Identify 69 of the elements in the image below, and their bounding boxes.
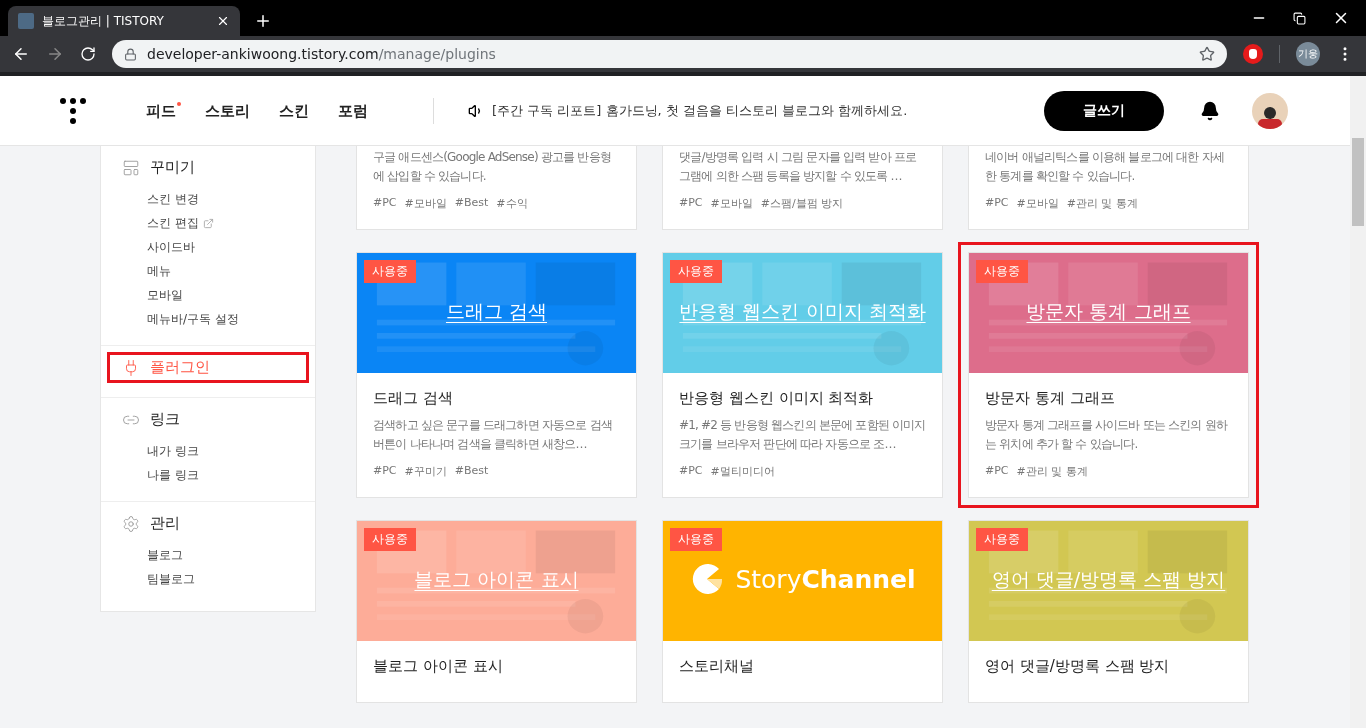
sidebar-section[interactable]: 링크 — [110, 407, 306, 432]
plugin-card[interactable]: 사용중 드래그 검색 드래그 검색 검색하고 싶은 문구를 드래그하면 자동으로 검색 버튼이 나타나며 검색을 클릭하면 새창으… #PC #꾸미기 #Best — [356, 252, 637, 498]
tag-link[interactable]: #PC — [373, 464, 397, 479]
tab-title: 블로그관리 | TISTORY — [42, 12, 165, 30]
plugin-description: 네이버 애널리틱스를 이용해 블로그에 대한 자세한 통계를 확인할 수 있습니다. — [985, 149, 1226, 185]
tag-link[interactable]: #PC — [373, 196, 397, 211]
in-use-badge: 사용중 — [670, 260, 722, 283]
plugin-card[interactable]: 구글 애드센스(Google AdSense) 광고를 반응형에 삽입할 수 있습니다. #PC #모바일 #Best #수익 — [356, 146, 637, 230]
plugin-card[interactable]: 사용중 반응형 웹스킨 이미지 최적화 반응형 웹스킨 이미지 최적화 #1, #2 등 반응형 웹스킨의 본문에 포함된 이미지 크기를 브라우저 판단에 따라 자동으로 조… #PC #멀티미디어 — [662, 252, 943, 498]
sidebar-item[interactable]: 내가 링크 — [101, 439, 315, 463]
tag-link[interactable]: #멀티미디어 — [710, 464, 775, 479]
tag-link[interactable]: #PC — [985, 196, 1009, 211]
plugin-title: 블로그 아이콘 표시 — [373, 657, 504, 676]
tag-link[interactable]: #모바일 — [1016, 196, 1059, 211]
write-button[interactable]: 글쓰기 — [1044, 90, 1164, 131]
plugin-card[interactable]: 사용중 영어 댓글/방명록 스팸 방지 영어 댓글/방명록 스팸 방지 — [968, 520, 1249, 703]
logo-text: StoryChannel — [735, 564, 916, 594]
nav-link[interactable]: 스킨 — [279, 100, 314, 121]
plugin-description: 댓글/방명록 입력 시 그림 문자를 입력 받아 프로그램에 의한 스팸 등록을 방지할 수 있도록 … — [679, 149, 918, 185]
plugin-description: #1, #2 등 반응형 웹스킨의 본문에 포함된 이미지 크기를 브라우저 판단에 따라 자동으로 조… — [679, 417, 926, 453]
sidebar-item[interactable]: 모바일 — [101, 283, 315, 307]
nav-link[interactable]: 포럼 — [338, 100, 373, 121]
sidebar-item[interactable]: 블로그 — [101, 543, 315, 567]
sidebar-item[interactable]: 나를 링크 — [101, 463, 315, 487]
browser-tab[interactable]: 블로그관리 | TISTORY — [8, 6, 240, 36]
address-bar[interactable]: developer-ankiwoong.tistory.com/manage/plugins — [112, 40, 1227, 68]
in-use-badge: 사용중 — [364, 260, 416, 283]
tag-link[interactable]: #모바일 — [404, 196, 447, 211]
tag-link[interactable]: #관리 및 통계 — [1016, 464, 1088, 479]
tag-link[interactable]: #PC — [679, 464, 703, 479]
plugin-title: 영어 댓글/방명록 스팸 방지 — [985, 657, 1171, 676]
tag-link[interactable]: #관리 및 통계 — [1066, 196, 1138, 211]
plugin-title: 방문자 통계 그래프 — [985, 389, 1116, 408]
in-use-badge: 사용중 — [670, 528, 722, 551]
tag-link[interactable]: #스팸/블펌 방지 — [760, 196, 844, 211]
profile-avatar[interactable]: 기웅 — [1296, 42, 1320, 66]
tag-link[interactable]: #Best — [454, 464, 489, 479]
sidebar-item[interactable]: 사이드바 — [101, 235, 315, 259]
plugin-card[interactable]: 네이버 애널리틱스를 이용해 블로그에 대한 자세한 통계를 확인할 수 있습니다. #PC #모바일 #관리 및 통계 — [968, 146, 1249, 230]
notice-text[interactable]: [주간 구독 리포트] 홈가드닝, 첫 걸음을 티스토리 블로그와 함께하세요. — [492, 101, 908, 120]
nav-link[interactable]: 피드 — [146, 100, 181, 121]
tag-link[interactable]: #수익 — [496, 196, 528, 211]
sidebar-item[interactable]: 메뉴바/구독 설정 — [101, 307, 315, 331]
plugin-card[interactable]: 사용중 StoryChannel 스토리채널 — [662, 520, 943, 703]
plugin-description: 방문자 통계 그래프를 사이드바 또는 스킨의 원하는 위치에 추가 할 수 있습니다. — [985, 417, 1229, 453]
sidebar-section[interactable]: 꾸미기 — [110, 155, 306, 180]
plugin-title: 드래그 검색 — [373, 389, 454, 408]
sidebar-item[interactable]: 스킨 변경 — [101, 187, 315, 211]
in-use-badge: 사용중 — [364, 528, 416, 551]
sidebar-item[interactable]: 메뉴 — [101, 259, 315, 283]
sidebar-item[interactable]: 팀블로그 — [101, 567, 315, 591]
plugin-card[interactable]: 댓글/방명록 입력 시 그림 문자를 입력 받아 프로그램에 의한 스팸 등록을 방지할 수 있도록 … #PC #모바일 #스팸/블펌 방지 — [662, 146, 943, 230]
in-use-badge: 사용중 — [976, 528, 1028, 551]
tag-link[interactable]: #꾸미기 — [404, 464, 447, 479]
plugin-title: 스토리채널 — [679, 657, 755, 676]
plugin-link[interactable]: 드래그 검색 — [445, 299, 547, 325]
sidebar-item[interactable]: 스킨 편집 — [101, 211, 315, 235]
plugin-title: 반응형 웹스킨 이미지 최적화 — [679, 389, 875, 408]
plugin-card[interactable]: 사용중 방문자 통계 그래프 방문자 통계 그래프 방문자 통계 그래프를 사이드바 또는 스킨의 원하는 위치에 추가 할 수 있습니다. #PC #관리 및 통계 — [968, 252, 1249, 498]
plugin-card[interactable]: 사용중 블로그 아이콘 표시 블로그 아이콘 표시 — [356, 520, 637, 703]
tag-link[interactable]: #Best — [454, 196, 489, 211]
plugin-description: 검색하고 싶은 문구를 드래그하면 자동으로 검색 버튼이 나타나며 검색을 클릭하면 새창으… — [373, 417, 614, 453]
tag-link[interactable]: #모바일 — [710, 196, 753, 211]
nav-link[interactable]: 스토리 — [205, 100, 255, 121]
in-use-badge: 사용중 — [976, 260, 1028, 283]
tag-link[interactable]: #PC — [679, 196, 703, 211]
plugin-description: 구글 애드센스(Google AdSense) 광고를 반응형에 삽입할 수 있습니다. — [373, 149, 612, 185]
tag-link[interactable]: #PC — [985, 464, 1009, 479]
sidebar-section[interactable]: 관리 — [110, 511, 306, 536]
